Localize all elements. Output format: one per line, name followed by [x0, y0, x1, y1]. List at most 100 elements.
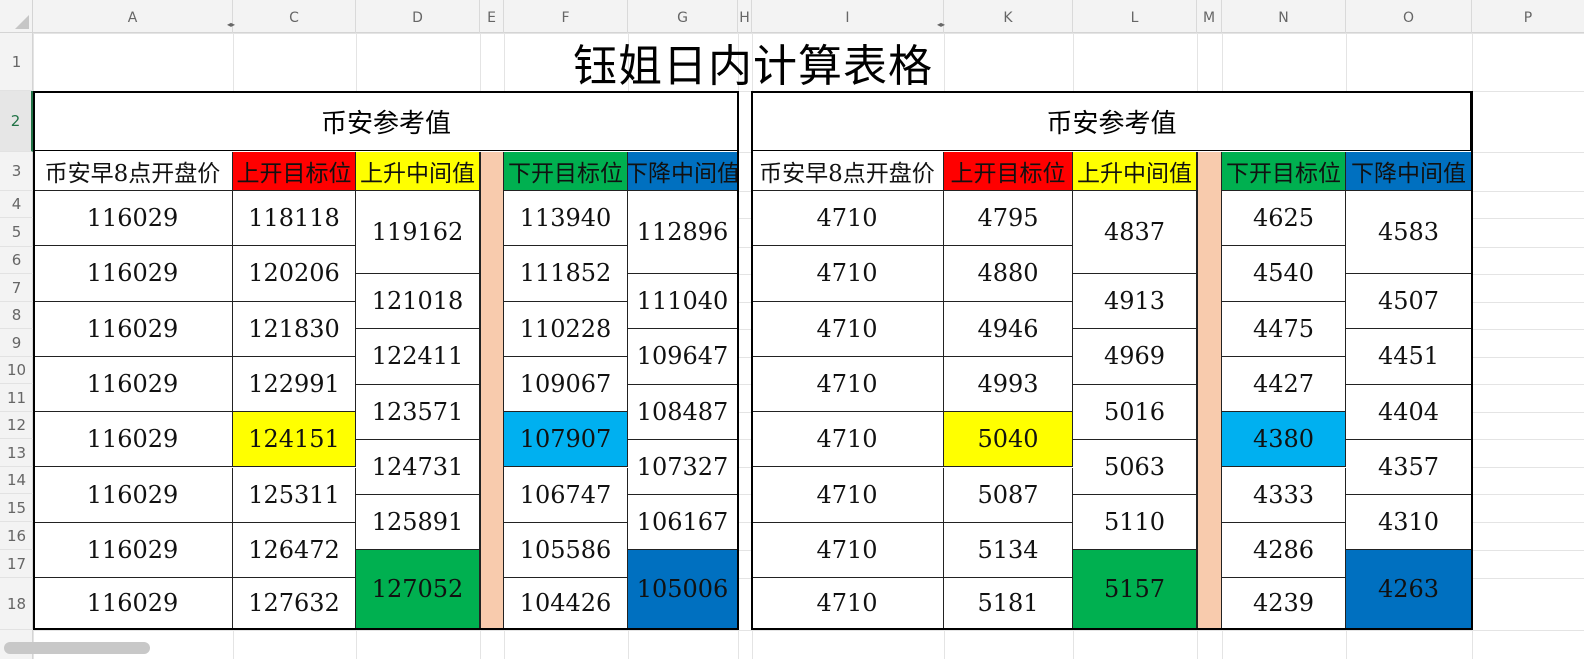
column-header-D[interactable]: D — [356, 0, 480, 33]
right_table-down_target-cell[interactable]: 4380 — [1222, 412, 1346, 468]
left_table-up_target-cell[interactable]: 127632 — [233, 578, 356, 629]
right_table-down_target-cell[interactable]: 4475 — [1222, 301, 1346, 357]
left_table-open-cell[interactable]: 116029 — [33, 467, 233, 523]
left_table-down_mid-cell[interactable]: 112896 — [628, 191, 738, 274]
right_table-separator-column[interactable] — [1197, 152, 1222, 629]
column-header-I[interactable]: I — [752, 0, 944, 33]
left_table-open-cell[interactable]: 116029 — [33, 301, 233, 357]
right_table-open-cell[interactable]: 4710 — [751, 522, 944, 579]
row-header-5[interactable]: 5 — [0, 218, 33, 247]
row-header-4[interactable]: 4 — [0, 191, 33, 218]
right_table-down_target-cell[interactable]: 4625 — [1222, 191, 1346, 247]
column-header-E[interactable]: E — [480, 0, 504, 33]
left_table-down_target-cell[interactable]: 111852 — [504, 246, 628, 302]
column-header-N[interactable]: N — [1222, 0, 1346, 33]
right_table-down_mid-cell[interactable]: 4507 — [1346, 273, 1472, 330]
left_table-open-cell[interactable]: 116029 — [33, 191, 233, 247]
column-header-A[interactable]: A — [33, 0, 233, 33]
left_table-down_target-cell[interactable]: 104426 — [504, 578, 628, 629]
left_table-up_mid-cell[interactable]: 127052 — [356, 550, 480, 629]
column-header-C[interactable]: C — [233, 0, 356, 33]
right_table-label-3[interactable]: 下开目标位 — [1222, 152, 1346, 191]
left_table-open-cell[interactable]: 116029 — [33, 356, 233, 413]
row-header-7[interactable]: 7 — [0, 274, 33, 302]
right_table-up_target-cell[interactable]: 5134 — [944, 522, 1073, 579]
column-header-F[interactable]: F — [504, 0, 628, 33]
column-header-G[interactable]: G — [628, 0, 738, 33]
left_table-up_mid-cell[interactable]: 123571 — [356, 384, 480, 440]
right_table-open-cell[interactable]: 4710 — [751, 301, 944, 357]
right_table-down_mid-cell[interactable]: 4583 — [1346, 191, 1472, 274]
left_table-label-0[interactable]: 币安早8点开盘价 — [33, 152, 233, 191]
right_table-up_mid-cell[interactable]: 4837 — [1073, 191, 1197, 274]
row-header-18[interactable]: 18 — [0, 578, 33, 630]
right_table-open-cell[interactable]: 4710 — [751, 191, 944, 247]
right_table-down_target-cell[interactable]: 4286 — [1222, 522, 1346, 579]
left_table-down_target-cell[interactable]: 109067 — [504, 356, 628, 413]
left_table-down_target-cell[interactable]: 110228 — [504, 301, 628, 357]
left_table-label-4[interactable]: 下降中间值 — [628, 152, 738, 191]
row-header-9[interactable]: 9 — [0, 329, 33, 357]
row-header-1[interactable]: 1 — [0, 33, 33, 91]
left_table-up_target-cell[interactable]: 124151 — [233, 412, 356, 468]
left_table-down_mid-cell[interactable]: 107327 — [628, 439, 738, 496]
right_table-open-cell[interactable]: 4710 — [751, 578, 944, 629]
right_table-down_mid-cell[interactable]: 4451 — [1346, 329, 1472, 385]
right_table-down_target-cell[interactable]: 4427 — [1222, 356, 1346, 413]
right_table-up_target-cell[interactable]: 5040 — [944, 412, 1073, 468]
row-header-12[interactable]: 12 — [0, 412, 33, 439]
select-all-corner[interactable] — [0, 0, 33, 33]
row-header-10[interactable]: 10 — [0, 357, 33, 384]
horizontal-scrollbar[interactable] — [4, 642, 150, 654]
left_table-up_mid-cell[interactable]: 119162 — [356, 191, 480, 274]
right_table-up_target-cell[interactable]: 4946 — [944, 301, 1073, 357]
right_table-down_mid-cell[interactable]: 4357 — [1346, 439, 1472, 496]
left_table-down_mid-cell[interactable]: 106167 — [628, 495, 738, 551]
right_table-up_target-cell[interactable]: 4993 — [944, 356, 1073, 413]
column-header-L[interactable]: L — [1073, 0, 1197, 33]
left_table-open-cell[interactable]: 116029 — [33, 578, 233, 629]
left_table-up_mid-cell[interactable]: 121018 — [356, 273, 480, 330]
left_table-up_mid-cell[interactable]: 122411 — [356, 329, 480, 385]
right_table-up_target-cell[interactable]: 4795 — [944, 191, 1073, 247]
row-header-2[interactable]: 2 — [0, 91, 33, 152]
right_table-down_mid-cell[interactable]: 4310 — [1346, 495, 1472, 551]
left_table-open-cell[interactable]: 116029 — [33, 246, 233, 302]
left_table-label-1[interactable]: 上开目标位 — [233, 152, 356, 191]
right_table-up_mid-cell[interactable]: 5063 — [1073, 439, 1197, 496]
row-header-13[interactable]: 13 — [0, 439, 33, 467]
column-header-H[interactable]: H — [738, 0, 752, 33]
column-header-O[interactable]: O — [1346, 0, 1472, 33]
right_table-label-4[interactable]: 下降中间值 — [1346, 152, 1472, 191]
right_table-open-cell[interactable]: 4710 — [751, 412, 944, 468]
right_table-down_mid-cell[interactable]: 4404 — [1346, 384, 1472, 440]
right_table-label-0[interactable]: 币安早8点开盘价 — [751, 152, 944, 191]
right-table-header[interactable]: 币安参考值 — [751, 91, 1472, 151]
left_table-separator-column[interactable] — [480, 152, 504, 629]
right_table-up_mid-cell[interactable]: 5157 — [1073, 550, 1197, 629]
left_table-down_mid-cell[interactable]: 105006 — [628, 550, 738, 629]
left_table-up_target-cell[interactable]: 120206 — [233, 246, 356, 302]
right_table-up_mid-cell[interactable]: 5110 — [1073, 495, 1197, 551]
left_table-up_target-cell[interactable]: 118118 — [233, 191, 356, 247]
column-header-K[interactable]: K — [944, 0, 1073, 33]
right_table-down_target-cell[interactable]: 4239 — [1222, 578, 1346, 629]
left_table-down_target-cell[interactable]: 107907 — [504, 412, 628, 468]
right_table-up_target-cell[interactable]: 5181 — [944, 578, 1073, 629]
row-header-8[interactable]: 8 — [0, 302, 33, 329]
right_table-label-1[interactable]: 上开目标位 — [944, 152, 1073, 191]
row-header-15[interactable]: 15 — [0, 494, 33, 522]
left_table-down_target-cell[interactable]: 106747 — [504, 467, 628, 523]
right_table-up_target-cell[interactable]: 5087 — [944, 467, 1073, 523]
left_table-open-cell[interactable]: 116029 — [33, 522, 233, 579]
right_table-up_target-cell[interactable]: 4880 — [944, 246, 1073, 302]
left_table-down_mid-cell[interactable]: 108487 — [628, 384, 738, 440]
column-header-P[interactable]: P — [1472, 0, 1584, 33]
row-header-16[interactable]: 16 — [0, 522, 33, 550]
left_table-open-cell[interactable]: 116029 — [33, 412, 233, 468]
right_table-up_mid-cell[interactable]: 4913 — [1073, 273, 1197, 330]
left_table-up_target-cell[interactable]: 122991 — [233, 356, 356, 413]
left_table-up_mid-cell[interactable]: 124731 — [356, 439, 480, 496]
sheet-title[interactable]: 钰姐日内计算表格 — [33, 33, 1473, 92]
row-header-3[interactable]: 3 — [0, 152, 33, 191]
